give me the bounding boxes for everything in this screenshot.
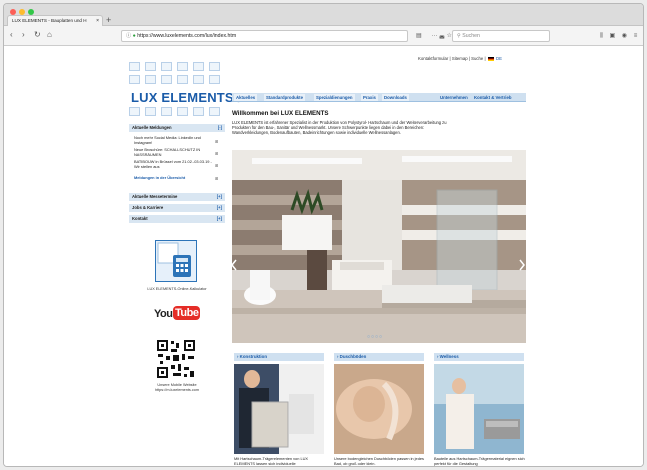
sidebar-section-messetermine[interactable]: Aktuelle Messetermine [+] [129, 193, 225, 201]
tab-close-icon[interactable]: × [96, 16, 99, 26]
forward-icon[interactable]: › [22, 30, 25, 40]
back-icon[interactable]: ‹ [10, 30, 13, 40]
intro-text: LUX ELEMENTS ist erfahrener Spezialist i… [232, 120, 447, 136]
menu-item-spezialdienungen[interactable]: Spezialdienungen [314, 94, 355, 101]
expand-icon[interactable]: ⊞ [215, 163, 218, 168]
card-title[interactable]: › Duschböden [334, 353, 424, 361]
new-tab-button[interactable]: + [106, 15, 111, 25]
lock-icon: ● [132, 33, 136, 39]
main-menu: Aktuelles Standardprodukte Spezialdienun… [232, 93, 526, 102]
konstruktion-image[interactable] [234, 364, 324, 454]
duschboeden-image[interactable] [334, 364, 424, 454]
slideshow-dots[interactable]: ○○○○ [367, 334, 383, 340]
sidebar-section-label: Jobs & Karriere [132, 205, 164, 210]
news-overview-link[interactable]: Meldungen in der Übersicht [134, 175, 212, 181]
browser-tab[interactable]: LUX ELEMENTS - Bauplatten und H × [7, 15, 103, 26]
youtube-tube-text: Tube [173, 306, 201, 320]
reload-icon[interactable]: ↻ [34, 30, 41, 40]
sidebar-news-header[interactable]: Aktuelle Meldungen [-] [129, 124, 225, 132]
expand-icon[interactable]: [+] [217, 204, 222, 212]
url-text: https://www.luxelements.com/lux/index.ht… [137, 33, 237, 39]
menu-item-praxis[interactable]: Praxis [361, 94, 378, 101]
sidebar-section-jobs[interactable]: Jobs & Karriere [+] [129, 204, 225, 212]
menu-icon[interactable]: ≡ [634, 33, 638, 39]
calculator-label[interactable]: LUX ELEMENTS-Online-Kalkulator [129, 287, 225, 291]
mobile-website-line-2: https://m.luxelements.com [154, 387, 200, 392]
news-item[interactable]: BATIBOUW in Brüssel vom 21.02.-03.03.19 … [134, 159, 212, 169]
menu-item-kontakt-vertrieb[interactable]: Kontakt & Vertrieb [472, 94, 514, 101]
logo-grid-bottom [129, 107, 220, 116]
address-bar[interactable]: ⓘ ● https://www.luxelements.com/lux/inde… [121, 30, 408, 42]
youtube-you-text: You [154, 308, 173, 320]
search-placeholder: Suchen [462, 33, 480, 39]
wellness-image[interactable] [434, 364, 524, 454]
card-duschboeden[interactable]: › Duschböden Unsere bodengleichen Duschb… [334, 353, 424, 466]
youtube-logo[interactable]: You Tube [154, 305, 201, 325]
menu-item-standardprodukte[interactable]: Standardprodukte [264, 94, 306, 101]
mobile-website-label[interactable]: Unsere Mobile Website https://m.luxeleme… [129, 383, 225, 393]
page-actions-icon[interactable]: ··· [431, 33, 437, 39]
toolbar-icons: ⫼ ▣ ◉ ≡ [600, 31, 637, 41]
sidebar-section-kontakt[interactable]: Kontakt [+] [129, 215, 225, 223]
sidebar-section-label: Kontakt [132, 216, 148, 221]
collapse-icon[interactable]: [-] [218, 124, 222, 132]
logo-grid [129, 62, 220, 84]
reader-view-icon[interactable]: ▤ [416, 33, 422, 39]
top-links-text[interactable]: Kontaktformular | Sitemap | Suche | [418, 56, 486, 61]
card-title[interactable]: › Konstruktion [234, 353, 324, 361]
page-title: Willkommen bei LUX ELEMENTS [232, 110, 329, 117]
card-text: Mit Hartschaum-Trägerelementen von LUX E… [234, 456, 309, 466]
expand-icon[interactable]: [+] [217, 215, 222, 223]
browser-window: LUX ELEMENTS - Bauplatten und H × + ‹ › … [3, 3, 644, 467]
page-viewport: Kontaktformular | Sitemap | Suche | DE L… [4, 47, 643, 466]
logo-text: LUX ELEMENTS® [131, 90, 244, 105]
card-wellness[interactable]: › Wellness Bauteile aus Hartschaum-Träge… [434, 353, 525, 466]
card-konstruktion[interactable]: › Konstruktion Mit Hartschaum-Trägerelem… [234, 353, 324, 466]
card-title[interactable]: › Wellness [434, 353, 524, 361]
qr-code-icon[interactable] [156, 339, 196, 379]
home-icon[interactable]: ⌂ [47, 30, 52, 40]
sidebar-section-label: Aktuelle Messetermine [132, 194, 178, 199]
search-input[interactable]: ⚲ Suchen [452, 30, 550, 42]
account-icon[interactable]: ◉ [622, 33, 627, 39]
expand-icon[interactable]: [+] [217, 193, 222, 201]
logo[interactable]: LUX ELEMENTS® [129, 62, 243, 117]
hero-slideshow[interactable] [232, 150, 526, 343]
calculator-icon[interactable] [155, 240, 197, 282]
expand-icon[interactable]: ⊞ [215, 176, 218, 181]
card-text: Unsere bodengleichen Duschböden passen i… [334, 456, 424, 466]
navigation-bar: ‹ › ↻ ⌂ ⓘ ● https://www.luxelements.com/… [4, 26, 643, 46]
menu-item-downloads[interactable]: Downloads [382, 94, 409, 101]
page-actions: ▤ ··· ◛ ☆ [416, 30, 452, 42]
news-item[interactable]: Noch mehr Social Media: LinkedIn und Ins… [134, 135, 212, 145]
site-info-icon[interactable]: ⓘ [126, 33, 131, 39]
news-item[interactable]: Neue Broschüre: SCHALLSCHUTZ IN NASSRÄUM… [134, 147, 212, 157]
sidebar-news-header-label: Aktuelle Meldungen [132, 125, 172, 130]
expand-icon[interactable]: ⊞ [215, 151, 218, 156]
flag-de-icon[interactable] [487, 56, 494, 61]
top-links: Kontaktformular | Sitemap | Suche | DE [418, 56, 502, 61]
pocket-icon[interactable]: ◛ [439, 33, 445, 39]
lang-de-link[interactable]: DE [496, 56, 502, 61]
search-icon: ⚲ [457, 33, 461, 39]
menu-item-aktuelles[interactable]: Aktuelles [234, 94, 258, 101]
card-text: Bauteile aus Hartschaum-Trägermaterial e… [434, 456, 525, 466]
bathroom-image [232, 150, 526, 343]
expand-icon[interactable]: ⊞ [215, 139, 218, 144]
library-icon[interactable]: ⫼ [600, 33, 603, 39]
tab-bar: LUX ELEMENTS - Bauplatten und H × + [4, 4, 643, 26]
sidebar-icon[interactable]: ▣ [609, 33, 615, 39]
tab-title: LUX ELEMENTS - Bauplatten und H [12, 18, 87, 23]
menu-item-unternehmen[interactable]: Unternehmen [438, 94, 470, 101]
